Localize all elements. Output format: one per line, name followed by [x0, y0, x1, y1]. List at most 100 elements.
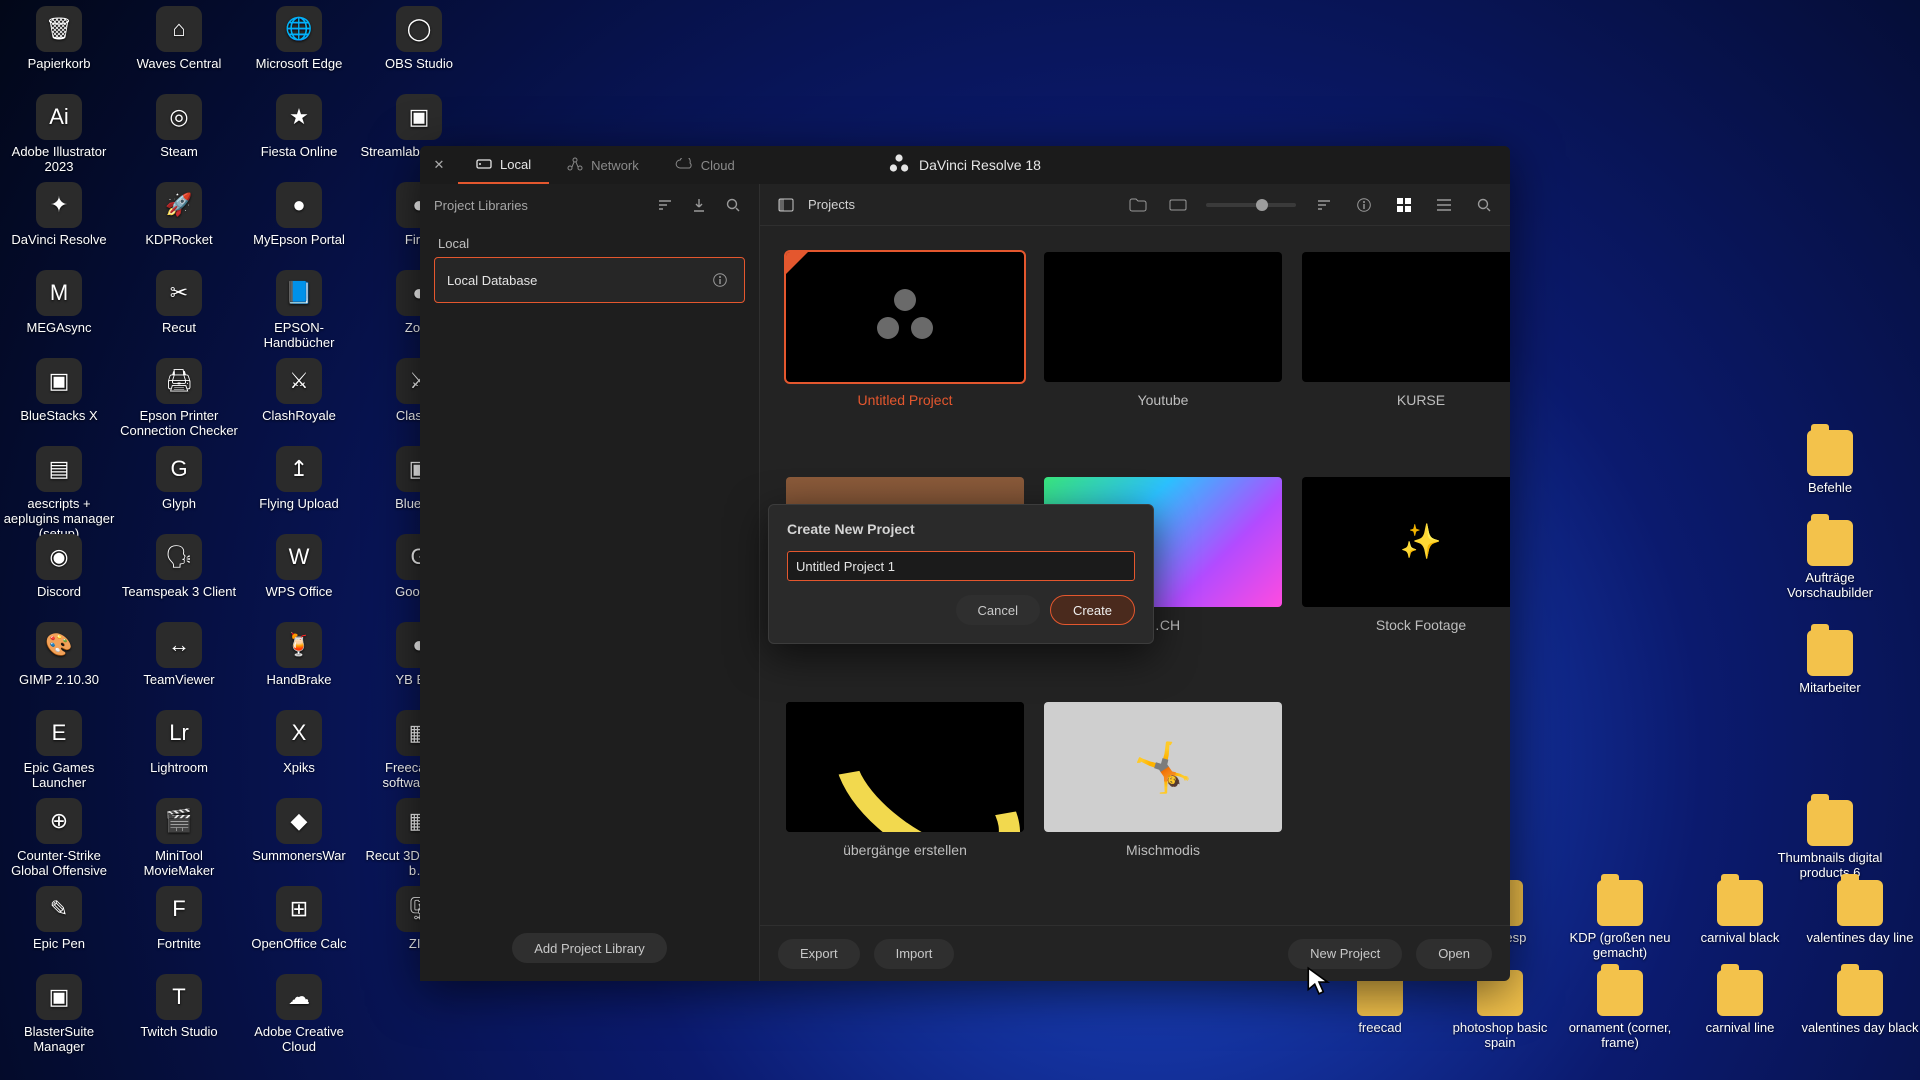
export-button[interactable]: Export [778, 939, 860, 969]
thumbnail-size-slider[interactable] [1206, 203, 1296, 207]
desktop-shortcut[interactable]: 📘EPSON-Handbücher [240, 270, 358, 350]
project-item[interactable]: ✨Stock Footage [1302, 477, 1510, 674]
import-icon[interactable] [687, 193, 711, 217]
folder-icon[interactable] [1126, 193, 1150, 217]
sidebar: Project Libraries Local Local Database A… [420, 184, 760, 981]
app-icon: 🍹 [276, 622, 322, 668]
desktop-shortcut[interactable]: ◎Steam [120, 94, 238, 159]
search-icon[interactable] [1472, 193, 1496, 217]
desktop-shortcut[interactable]: ●MyEpson Portal [240, 182, 358, 247]
desktop-shortcut[interactable]: 🎨GIMP 2.10.30 [0, 622, 118, 687]
create-button[interactable]: Create [1050, 595, 1135, 625]
card-icon[interactable] [1166, 193, 1190, 217]
desktop-shortcut[interactable]: ▤aescripts + aeplugins manager (setup) [0, 446, 118, 541]
desktop-folder[interactable]: Befehle [1771, 430, 1889, 495]
app-icon: ▤ [36, 446, 82, 492]
desktop-folder[interactable]: valentines day line [1801, 880, 1919, 945]
desktop-folder[interactable]: Mitarbeiter [1771, 630, 1889, 695]
desktop-shortcut[interactable]: 🗑Papierkorb [0, 6, 118, 71]
project-item[interactable]: KURSE [1302, 252, 1510, 449]
desktop-shortcut[interactable]: ↥Flying Upload [240, 446, 358, 511]
desktop-shortcut[interactable]: ◆SummonersWar [240, 798, 358, 863]
desktop-folder[interactable]: valentines day black [1801, 970, 1919, 1035]
tab-network-label: Network [591, 158, 639, 173]
tab-network[interactable]: Network [549, 146, 657, 184]
desktop-shortcut[interactable]: 🗣Teamspeak 3 Client [120, 534, 238, 599]
import-button[interactable]: Import [874, 939, 955, 969]
desktop-shortcut[interactable]: ✂Recut [120, 270, 238, 335]
list-view-icon[interactable] [1432, 193, 1456, 217]
desktop-shortcut[interactable]: ◯OBS Studio [360, 6, 478, 71]
desktop-shortcut-label: Adobe Illustrator 2023 [0, 144, 118, 174]
app-icon: F [156, 886, 202, 932]
desktop-shortcut[interactable]: ▣BlueStacks X [0, 358, 118, 423]
desktop-shortcut[interactable]: EEpic Games Launcher [0, 710, 118, 790]
sort-icon[interactable] [1312, 193, 1336, 217]
desktop-shortcut[interactable]: ✦DaVinci Resolve [0, 182, 118, 247]
desktop-folder[interactable]: Thumbnails digital products 6 [1771, 800, 1889, 880]
desktop-shortcut[interactable]: WWPS Office [240, 534, 358, 599]
desktop-folder-label: valentines day black [1801, 1020, 1918, 1035]
desktop-folder[interactable]: photoshop basic spain [1441, 970, 1559, 1050]
desktop-shortcut-label: EPSON-Handbücher [240, 320, 358, 350]
desktop-shortcut-label: Lightroom [150, 760, 208, 775]
app-icon: 🌐 [276, 6, 322, 52]
desktop-shortcut[interactable]: 🌐Microsoft Edge [240, 6, 358, 71]
sort-icon[interactable] [653, 193, 677, 217]
desktop-folder[interactable]: carnival black [1681, 880, 1799, 945]
desktop-shortcut[interactable]: FFortnite [120, 886, 238, 951]
desktop-shortcut-label: Epic Pen [33, 936, 85, 951]
desktop-shortcut[interactable]: LrLightroom [120, 710, 238, 775]
tab-local-label: Local [500, 157, 531, 172]
project-item[interactable]: Youtube [1044, 252, 1282, 449]
tab-cloud[interactable]: Cloud [657, 146, 753, 184]
project-name: übergänge erstellen [843, 842, 967, 858]
desktop-shortcut[interactable]: ⌂Waves Central [120, 6, 238, 71]
info-icon[interactable] [1352, 193, 1376, 217]
desktop-shortcut[interactable]: ↔TeamViewer [120, 622, 238, 687]
desktop-shortcut[interactable]: ☁Adobe Creative Cloud [240, 974, 358, 1054]
search-icon[interactable] [721, 193, 745, 217]
desktop-folder[interactable]: carnival line [1681, 970, 1799, 1035]
desktop-shortcut[interactable]: 🍹HandBrake [240, 622, 358, 687]
desktop-shortcut[interactable]: 🚀KDPRocket [120, 182, 238, 247]
grid-view-icon[interactable] [1392, 193, 1416, 217]
desktop-shortcut[interactable]: ⚔ClashRoyale [240, 358, 358, 423]
new-project-button[interactable]: New Project [1288, 939, 1402, 969]
desktop-shortcut-label: SummonersWar [252, 848, 345, 863]
app-icon: T [156, 974, 202, 1020]
app-icon: 🎨 [36, 622, 82, 668]
desktop-shortcut[interactable]: ▣BlasterSuite Manager [0, 974, 118, 1054]
project-item[interactable]: 🤸Mischmodis [1044, 702, 1282, 899]
desktop-folder[interactable]: Aufträge Vorschaubilder [1771, 520, 1889, 600]
desktop-shortcut-label: WPS Office [266, 584, 333, 599]
desktop-folder[interactable]: ornament (corner, frame) [1561, 970, 1679, 1050]
app-icon: ↔ [156, 622, 202, 668]
desktop-shortcut[interactable]: GGlyph [120, 446, 238, 511]
desktop-shortcut[interactable]: 🖨Epson Printer Connection Checker [120, 358, 238, 438]
project-name-input[interactable] [787, 551, 1135, 581]
project-item[interactable]: Untitled Project [786, 252, 1024, 449]
project-name: Youtube [1138, 392, 1189, 408]
panel-icon[interactable] [774, 193, 798, 217]
desktop-shortcut[interactable]: XXpiks [240, 710, 358, 775]
desktop-shortcut[interactable]: TTwitch Studio [120, 974, 238, 1039]
desktop-shortcut[interactable]: ✎Epic Pen [0, 886, 118, 951]
cancel-button[interactable]: Cancel [956, 595, 1040, 625]
desktop-shortcut[interactable]: AiAdobe Illustrator 2023 [0, 94, 118, 174]
desktop-shortcut[interactable]: MMEGAsync [0, 270, 118, 335]
desktop-shortcut[interactable]: ⊕Counter-Strike Global Offensive [0, 798, 118, 878]
close-icon[interactable]: ✕ [420, 146, 458, 184]
desktop-folder[interactable]: KDP (großen neu gemacht) [1561, 880, 1679, 960]
desktop-shortcut[interactable]: 🎬MiniTool MovieMaker [120, 798, 238, 878]
open-button[interactable]: Open [1416, 939, 1492, 969]
project-item[interactable]: übergänge erstellen [786, 702, 1024, 899]
desktop-shortcut-label: Epson Printer Connection Checker [120, 408, 238, 438]
desktop-shortcut[interactable]: ★Fiesta Online [240, 94, 358, 159]
add-project-library-button[interactable]: Add Project Library [512, 933, 667, 963]
desktop-shortcut[interactable]: ⊞OpenOffice Calc [240, 886, 358, 951]
desktop-shortcut[interactable]: ◉Discord [0, 534, 118, 599]
database-item[interactable]: Local Database [434, 257, 745, 303]
tab-local[interactable]: Local [458, 146, 549, 184]
info-icon[interactable] [708, 268, 732, 292]
